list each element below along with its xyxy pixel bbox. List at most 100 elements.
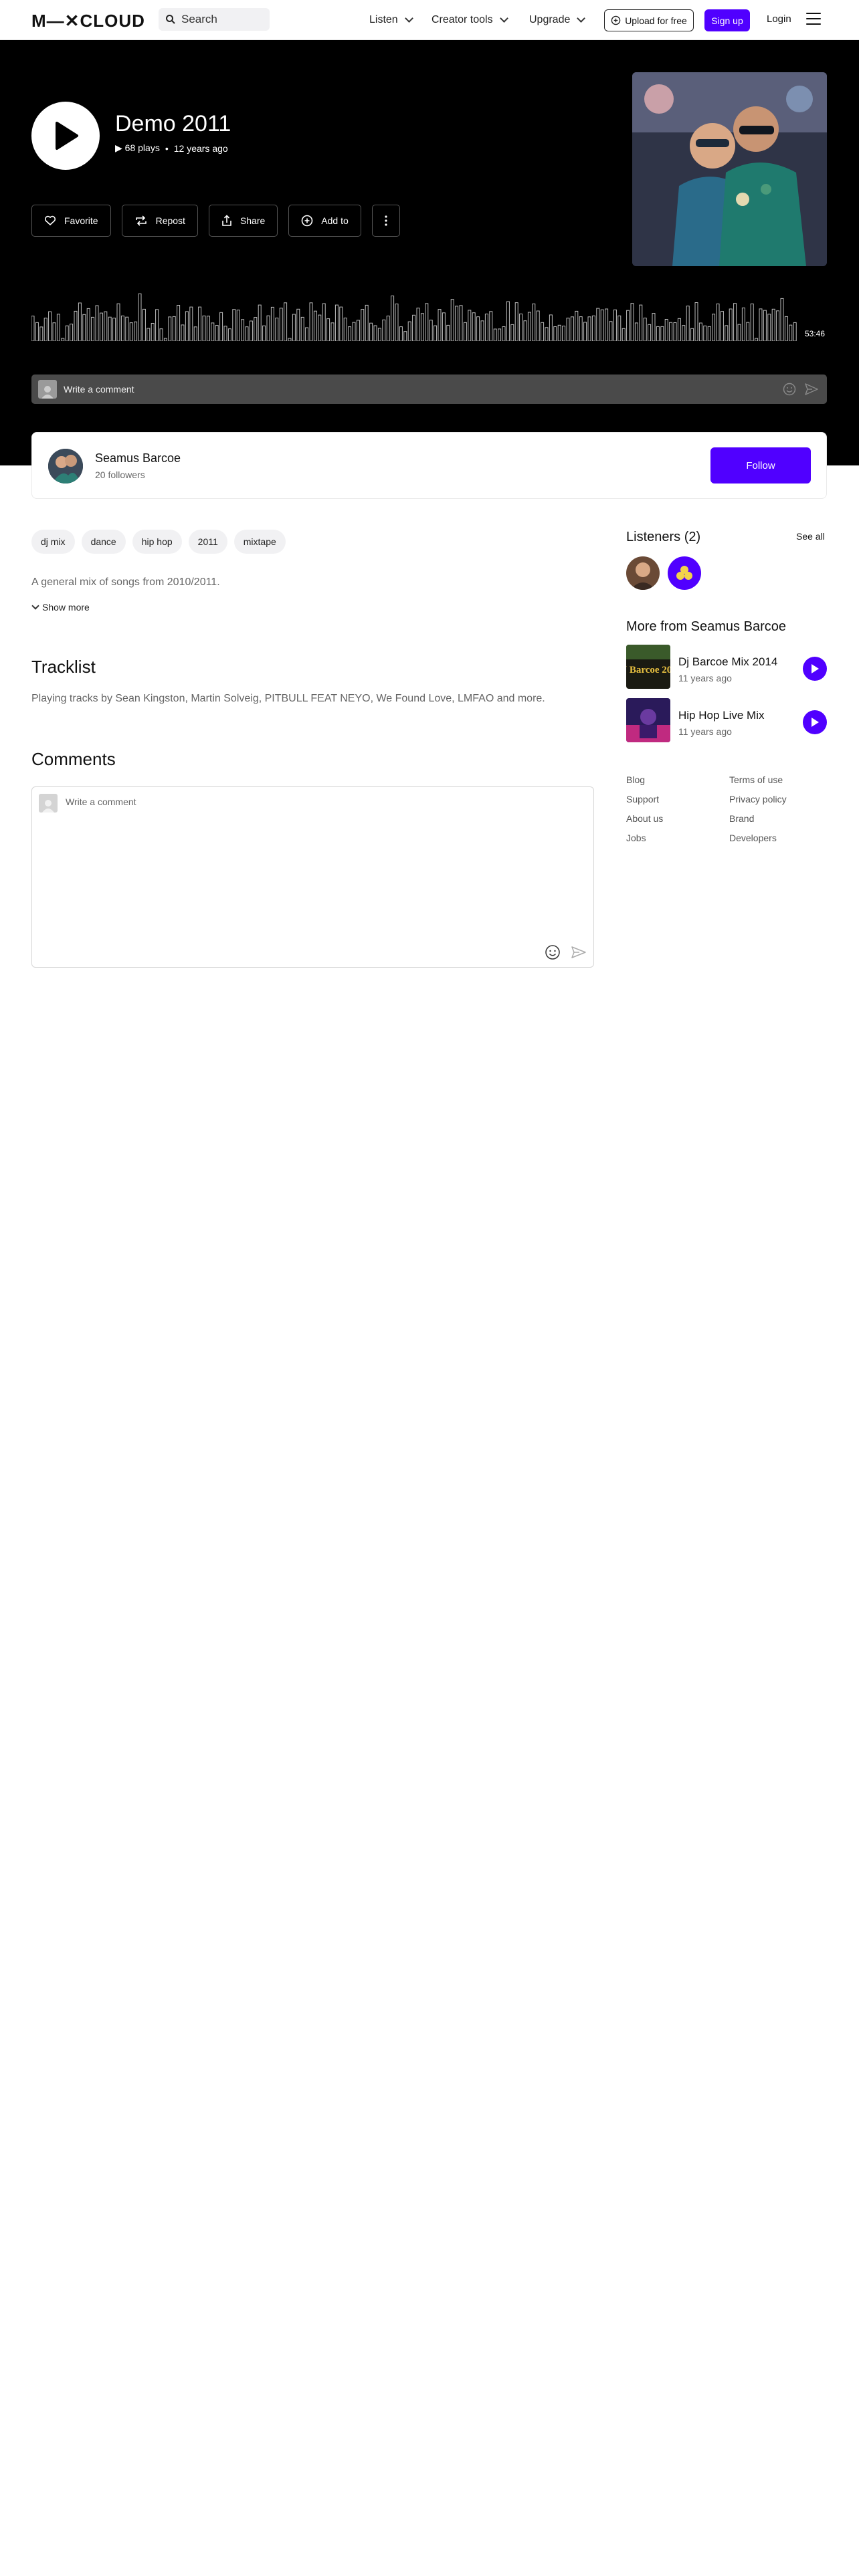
- more-item[interactable]: DJ Barcoe 2014 Dj Barcoe Mix 2014 11 yea…: [626, 645, 827, 690]
- more-options-button[interactable]: [371, 205, 400, 237]
- waveform-bar: [652, 313, 656, 342]
- mixcloud-logo[interactable]: M—✕CLOUD: [31, 11, 145, 31]
- artist-name[interactable]: Seamus Barcoe: [95, 451, 181, 465]
- waveform-bar: [403, 331, 407, 342]
- add-to-label: Add to: [321, 215, 349, 226]
- login-link[interactable]: Login: [767, 13, 791, 25]
- waveform-bar: [549, 314, 553, 342]
- play-button[interactable]: [31, 102, 100, 170]
- waveform-bar: [519, 313, 523, 342]
- hamburger-menu-icon[interactable]: [806, 13, 821, 25]
- waveform-bar: [365, 304, 369, 342]
- waveform-bar: [313, 310, 317, 342]
- show-more-button[interactable]: Show more: [31, 602, 90, 613]
- waveform-bar: [326, 318, 330, 342]
- waveform-bar: [677, 318, 681, 342]
- waveform-bar: [56, 314, 60, 342]
- waveform-bar: [506, 301, 510, 342]
- mix-age: 11 years ago: [678, 726, 732, 737]
- favorite-button[interactable]: Favorite: [31, 205, 111, 237]
- mix-play-button[interactable]: [803, 657, 827, 681]
- repost-button[interactable]: Repost: [121, 205, 198, 237]
- waveform-bar: [450, 299, 454, 342]
- mix-play-button[interactable]: [803, 710, 827, 734]
- footer-link-blog[interactable]: Blog: [626, 774, 729, 785]
- upload-button[interactable]: Upload for free: [604, 9, 694, 31]
- artist-avatar[interactable]: [48, 449, 83, 484]
- waveform-bar: [583, 322, 587, 342]
- waveform-bar: [151, 323, 155, 342]
- see-all-listeners-link[interactable]: See all: [796, 531, 825, 542]
- mix-title[interactable]: Dj Barcoe Mix 2014: [678, 655, 777, 669]
- footer-link-support[interactable]: Support: [626, 794, 729, 804]
- waveform-bar: [438, 309, 442, 342]
- nav-upgrade[interactable]: Upgrade: [529, 0, 586, 40]
- tag-chip[interactable]: hip hop: [132, 530, 182, 554]
- waveform-bar: [429, 320, 433, 342]
- waveform-bar: [476, 316, 480, 342]
- listener-avatar[interactable]: [626, 556, 660, 590]
- artist-avatar-image: [48, 449, 83, 484]
- comment-textarea[interactable]: Write a comment: [31, 786, 594, 968]
- send-icon[interactable]: [804, 383, 819, 396]
- waveform-bar: [682, 325, 686, 342]
- top-navigation-bar: M—✕CLOUD Search Listen Creator tools Upg…: [0, 0, 859, 40]
- tag-chip[interactable]: dance: [81, 530, 126, 554]
- nav-creator-tools[interactable]: Creator tools: [432, 0, 508, 40]
- footer-link-developers[interactable]: Developers: [729, 833, 827, 843]
- waveform-bar: [673, 322, 677, 342]
- listener-avatar[interactable]: [668, 556, 701, 590]
- waveform-bar: [43, 318, 47, 342]
- tag-chip[interactable]: dj mix: [31, 530, 75, 554]
- waveform-bar: [686, 306, 690, 342]
- waveform-bar: [172, 316, 176, 342]
- footer-link-jobs[interactable]: Jobs: [626, 833, 729, 843]
- footer-link-about[interactable]: About us: [626, 813, 729, 824]
- waveform-bar: [596, 308, 600, 342]
- mix-title[interactable]: Hip Hop Live Mix: [678, 709, 765, 722]
- mix-thumbnail: DJ Barcoe 2014: [626, 645, 670, 689]
- add-to-button[interactable]: Add to: [288, 205, 361, 237]
- waveform-bar: [626, 310, 630, 342]
- signup-button[interactable]: Sign up: [704, 9, 750, 31]
- waveform-bar: [125, 316, 129, 342]
- waveform-bar: [514, 302, 518, 342]
- upload-label: Upload for free: [625, 15, 687, 26]
- nav-listen[interactable]: Listen: [369, 0, 413, 40]
- waveform-bar: [729, 308, 733, 342]
- waveform-bar: [553, 326, 557, 342]
- waveform-bar: [386, 316, 390, 342]
- share-button[interactable]: Share: [208, 205, 278, 237]
- waveform[interactable]: 53:46: [31, 288, 828, 342]
- tag-list: dj mix dance hip hop 2011 mixtape: [31, 530, 286, 554]
- footer-link-brand[interactable]: Brand: [729, 813, 827, 824]
- more-item[interactable]: Hip Hop Live Mix 11 years ago: [626, 698, 827, 744]
- waveform-bar: [780, 298, 784, 342]
- emoji-icon[interactable]: [545, 944, 561, 960]
- play-icon: [812, 664, 819, 673]
- footer-link-terms[interactable]: Terms of use: [729, 774, 827, 785]
- waveform-bar: [720, 311, 724, 342]
- waveform-bar: [86, 308, 90, 342]
- tracklist-text: Playing tracks by Sean Kingston, Martin …: [31, 693, 545, 704]
- waveform-bar: [343, 318, 347, 342]
- waveform-bar: [767, 314, 771, 342]
- comments-heading: Comments: [31, 749, 116, 769]
- waveform-bar: [622, 328, 626, 342]
- waveform-bar: [716, 303, 720, 342]
- tag-chip[interactable]: 2011: [188, 530, 227, 554]
- waveform-bar: [279, 308, 283, 342]
- waveform-bar: [395, 304, 399, 342]
- search-input[interactable]: Search: [159, 8, 270, 31]
- waveform-bar: [155, 309, 159, 342]
- repost-icon: [135, 215, 147, 226]
- send-icon[interactable]: [571, 946, 587, 959]
- footer-link-privacy[interactable]: Privacy policy: [729, 794, 827, 804]
- emoji-icon[interactable]: [783, 383, 796, 396]
- tag-chip[interactable]: mixtape: [233, 530, 286, 554]
- waveform-bar: [733, 303, 737, 342]
- waveform-comment-input[interactable]: Write a comment: [31, 374, 827, 404]
- cover-image: [632, 72, 827, 266]
- follow-button[interactable]: Follow: [710, 447, 811, 484]
- waveform-bar: [262, 325, 266, 342]
